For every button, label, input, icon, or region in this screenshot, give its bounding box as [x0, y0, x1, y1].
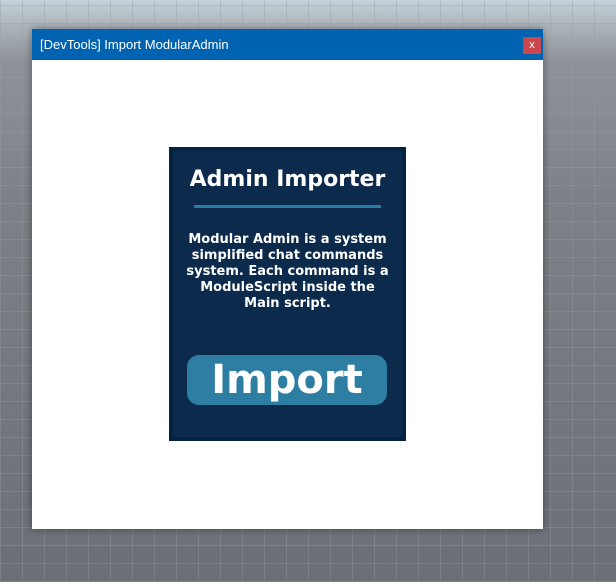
close-button[interactable]: x — [523, 37, 541, 54]
import-button[interactable]: Import — [187, 355, 387, 405]
title-bar[interactable]: [DevTools] Import ModularAdmin x — [32, 29, 543, 60]
window-title: [DevTools] Import ModularAdmin — [40, 37, 229, 52]
divider — [194, 205, 381, 208]
importer-panel: Admin Importer Modular Admin is a system… — [169, 147, 406, 441]
importer-panel-inner: Admin Importer Modular Admin is a system… — [173, 151, 402, 437]
plugin-window: [DevTools] Import ModularAdmin x Admin I… — [32, 29, 543, 529]
panel-description: Modular Admin is a system simplified cha… — [186, 232, 389, 311]
panel-heading: Admin Importer — [189, 167, 386, 192]
